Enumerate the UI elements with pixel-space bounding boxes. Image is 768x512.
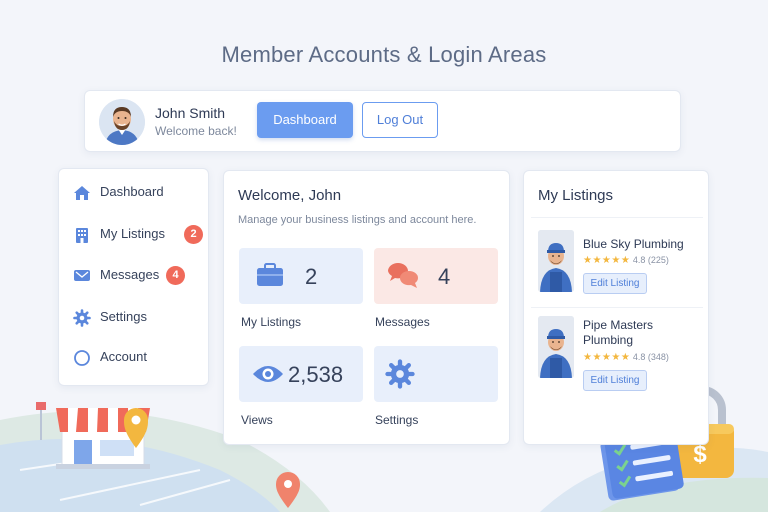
dashboard-button[interactable]: Dashboard (257, 102, 353, 138)
message-icon (74, 270, 90, 281)
stat-tile-views[interactable]: 2,538 (239, 346, 363, 402)
sidebar-item-label: My Listings (100, 226, 166, 241)
edit-listing-button[interactable]: Edit Listing (583, 273, 647, 294)
review-count: (225) (647, 255, 669, 265)
user-header-bar: John Smith Welcome back! Dashboard Log O… (84, 90, 681, 152)
rating-value: 4.8 (632, 255, 646, 265)
briefcase-icon (257, 263, 283, 286)
sidebar-item-label: Account (100, 349, 147, 364)
sidebar-item-settings[interactable]: Settings (73, 307, 203, 329)
building-icon (76, 228, 88, 243)
home-icon (74, 186, 90, 200)
sidebar-item-dashboard[interactable]: Dashboard (73, 182, 203, 204)
gear-icon (385, 359, 415, 389)
listing-name: Pipe Masters Plumbing (583, 318, 654, 347)
logout-button[interactable]: Log Out (362, 102, 438, 138)
chat-bubbles-icon (388, 263, 418, 288)
messages-count-badge: 4 (166, 266, 185, 285)
stat-caption: My Listings (241, 315, 302, 329)
listing-item: Pipe Masters Plumbing ★★★★★ 4.8 (348) Ed… (531, 307, 703, 393)
welcome-title: Welcome, John (238, 187, 342, 204)
stat-tile-messages[interactable]: 4 (374, 248, 498, 304)
star-rating-icon: ★★★★★ (583, 255, 631, 266)
stat-value: 2 (305, 264, 318, 289)
user-circle-icon (74, 350, 90, 366)
eye-icon (253, 366, 283, 382)
review-count: (348) (647, 352, 669, 362)
page-title: Member Accounts & Login Areas (221, 42, 547, 67)
sidebar-nav: Dashboard My Listings 2 Messages 4 Setti… (58, 168, 209, 386)
listing-item: Blue Sky Plumbing ★★★★★ 4.8 (225) Edit L… (531, 217, 703, 303)
stat-caption: Settings (375, 413, 419, 427)
listing-name: Blue Sky Plumbing (583, 237, 684, 251)
listing-rating: ★★★★★ 4.8 (225) (583, 255, 669, 266)
welcome-panel: Welcome, John Manage your business listi… (223, 170, 510, 445)
stat-tile-my-listings[interactable]: 2 (239, 248, 363, 304)
stat-value: 2,538 (288, 362, 344, 387)
stat-caption: Views (241, 413, 273, 427)
user-name: John Smith (155, 105, 226, 121)
welcome-back-text: Welcome back! (155, 124, 237, 138)
star-rating-icon: ★★★★★ (583, 352, 631, 363)
gear-icon (73, 309, 91, 327)
sidebar-item-my-listings[interactable]: My Listings 2 (73, 224, 203, 246)
avatar (99, 99, 145, 145)
rating-value: 4.8 (632, 352, 646, 362)
sidebar-item-label: Messages (100, 267, 160, 282)
edit-listing-button[interactable]: Edit Listing (583, 370, 647, 391)
listings-title: My Listings (538, 187, 614, 204)
stat-tile-settings[interactable] (374, 346, 498, 402)
my-listings-panel: My Listings Blue Sky Plumbing ★★★★★ 4.8 … (523, 170, 709, 445)
sidebar-item-label: Dashboard (100, 184, 164, 199)
plumber-photo (538, 230, 574, 292)
sidebar-item-account[interactable]: Account (73, 347, 203, 369)
stat-caption: Messages (375, 315, 430, 329)
svg-text:$: $ (693, 441, 707, 468)
plumber-photo (538, 316, 574, 378)
sidebar-item-messages[interactable]: Messages 4 (73, 265, 203, 287)
sidebar-item-label: Settings (100, 309, 147, 324)
listings-count-badge: 2 (184, 225, 203, 244)
stat-value: 4 (438, 264, 451, 289)
listing-rating: ★★★★★ 4.8 (348) (583, 352, 669, 363)
welcome-subtitle: Manage your business listings and accoun… (238, 214, 477, 226)
